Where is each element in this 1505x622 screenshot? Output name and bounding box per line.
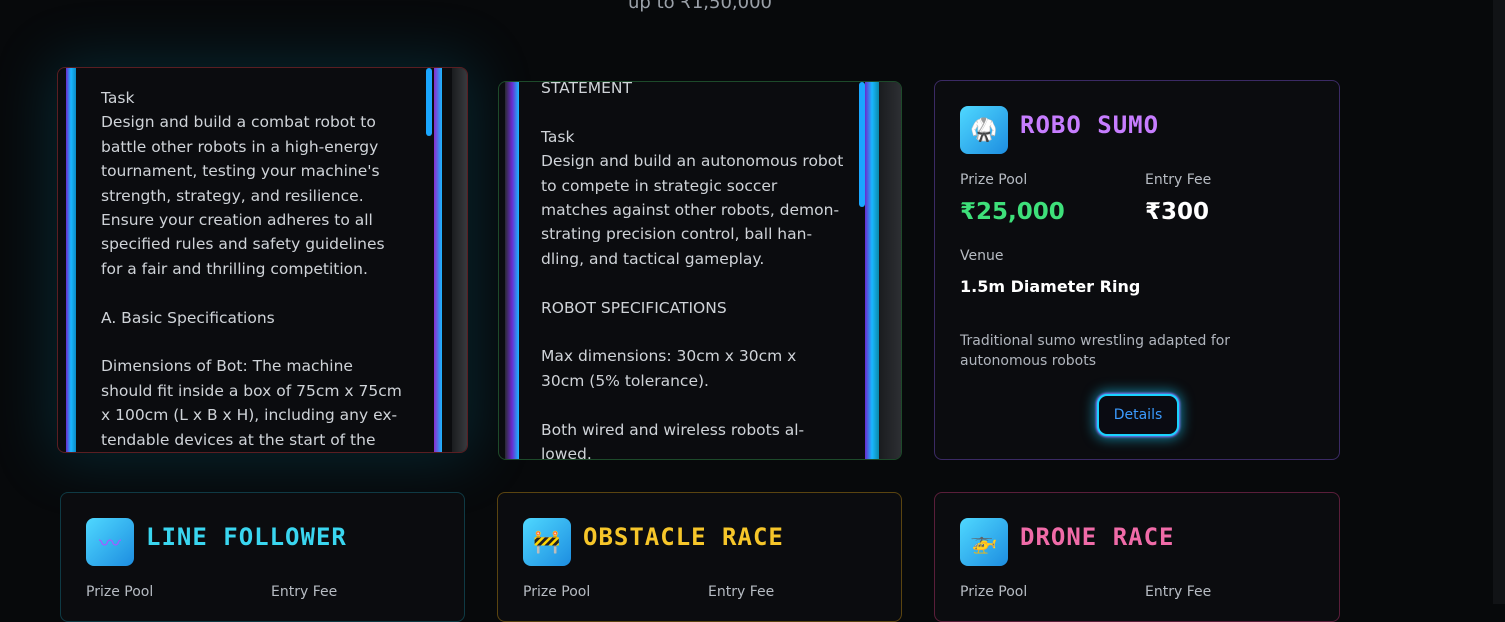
event-description: Traditional sumo wrestling adapted for a… (960, 333, 1231, 369)
event-title: DRONE RACE (1020, 523, 1175, 551)
event-title: ROBO SUMO (1020, 111, 1160, 139)
drone-race-card[interactable]: 🚁 DRONE RACE Prize Pool Entry Fee (934, 492, 1340, 622)
card-edge-left (505, 82, 519, 459)
prize-pool-value: ₹25,000 (960, 199, 1065, 225)
prize-pool-label: Prize Pool (523, 584, 591, 600)
event-title: LINE FOLLOWER (146, 523, 347, 551)
card-edge-right (865, 82, 879, 459)
obstacle-race-card[interactable]: 🚧 OBSTACLE RACE Prize Pool Entry Fee (497, 492, 902, 622)
venue-label: Venue (960, 248, 1004, 264)
entry-fee-label: Entry Fee (1145, 172, 1212, 188)
prize-pool-label: Prize Pool (86, 584, 154, 600)
details-button[interactable]: Details (1097, 394, 1179, 436)
rules-text: Task Design and build a combat robot to … (101, 89, 402, 449)
barrier-icon: 🚧 (523, 518, 571, 566)
entry-fee-label: Entry Fee (271, 584, 338, 600)
robo-sumo-card[interactable]: 🥋 ROBO SUMO Prize Pool ₹25,000 Entry Fee… (934, 80, 1340, 460)
prize-pool-label: Prize Pool (960, 584, 1028, 600)
venue-value: 1.5m Diameter Ring (960, 277, 1141, 296)
sumo-icon: 🥋 (960, 106, 1008, 154)
card-shadow-right (452, 68, 467, 452)
combat-robot-card-back[interactable]: Task Design and build a combat robot to … (57, 67, 468, 453)
entry-fee-label: Entry Fee (1145, 584, 1212, 600)
rules-scroll-thumb[interactable] (426, 68, 432, 136)
event-title: OBSTACLE RACE (583, 523, 784, 551)
line-follower-card[interactable]: 〰 LINE FOLLOWER Prize Pool Entry Fee (60, 492, 465, 622)
entry-fee-value: ₹300 (1145, 199, 1210, 225)
wave-icon: 〰 (86, 518, 134, 566)
prize-pool-label: Prize Pool (960, 172, 1028, 188)
card-shadow-right (879, 82, 901, 459)
rules-text: STATEMENT Task Design and build an auton… (541, 81, 844, 460)
page-scrollbar[interactable] (1493, 0, 1505, 604)
card-edge-left (66, 68, 76, 452)
drone-icon: 🚁 (960, 518, 1008, 566)
prize-subheading: up to ₹1,50,000 (628, 0, 772, 13)
card-edge-right (434, 68, 442, 452)
entry-fee-label: Entry Fee (708, 584, 775, 600)
soccer-robot-card-back[interactable]: STATEMENT Task Design and build an auton… (498, 81, 902, 460)
